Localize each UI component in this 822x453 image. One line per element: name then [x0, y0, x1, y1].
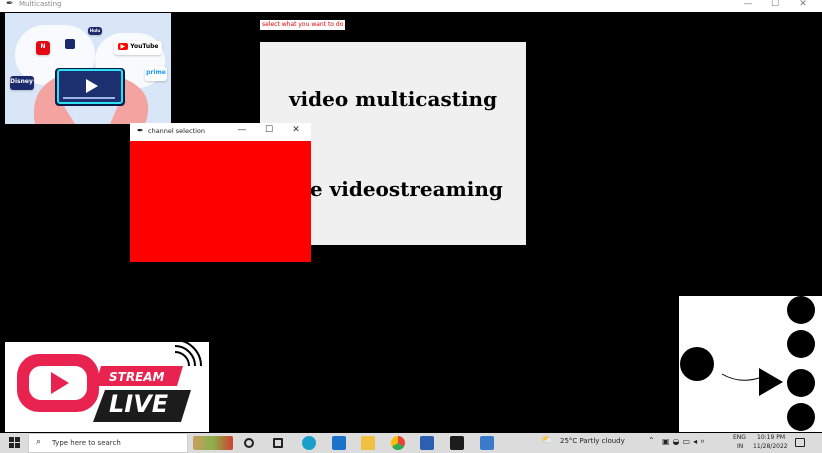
- popup-close-button[interactable]: ✕: [287, 125, 305, 135]
- stream-live-badge: STREAM LIVE: [5, 342, 209, 432]
- clock-time[interactable]: 10:19 PM: [757, 434, 785, 441]
- file-explorer-icon[interactable]: [361, 436, 375, 450]
- receiver-node: [787, 403, 815, 431]
- source-node: [680, 347, 714, 381]
- minimize-button[interactable]: —: [736, 0, 760, 11]
- weather-icon: ⛅: [541, 435, 554, 446]
- terminal-icon[interactable]: [450, 436, 464, 450]
- channel-display-area[interactable]: [130, 141, 311, 262]
- chrome-icon[interactable]: [391, 436, 405, 450]
- prompt-label: select what you want to do: [260, 20, 346, 30]
- window-titlebar: ✒ Multicasting — ☐ ✕: [0, 0, 822, 12]
- weather-text[interactable]: 25°C Partly cloudy: [560, 437, 625, 445]
- live-text: LIVE: [109, 390, 169, 418]
- word-icon[interactable]: [420, 436, 434, 450]
- feather-icon: ✒: [6, 0, 14, 9]
- taskbar-search-box[interactable]: ⌕ Type here to search: [28, 433, 188, 453]
- arrow-icon: [759, 368, 783, 396]
- language-indicator[interactable]: ENG: [733, 434, 746, 441]
- video-multicasting-option[interactable]: video multicasting: [260, 87, 526, 111]
- close-button[interactable]: ✕: [791, 0, 815, 11]
- streaming-thumbnail-image: N ▶ YouTube prime Disney+ Hulu: [5, 13, 171, 124]
- taskbar: ⌕ Type here to search ⛅ 25°C Partly clou…: [0, 433, 822, 453]
- window-title: Multicasting: [19, 0, 62, 8]
- show-hidden-icons-chevron[interactable]: ⌃: [648, 436, 655, 445]
- clock-date[interactable]: 11/28/2022: [753, 443, 788, 450]
- receiver-node: [787, 369, 815, 397]
- maximize-button[interactable]: ☐: [763, 0, 787, 11]
- stream-text: STREAM: [109, 370, 165, 384]
- receiver-node: [787, 330, 815, 358]
- feather-icon: ✒: [137, 126, 144, 135]
- hands-holding-phone: [34, 68, 149, 124]
- python-app-icon[interactable]: [480, 436, 494, 450]
- popup-title: channel selection: [148, 127, 206, 135]
- region-indicator[interactable]: IN: [737, 443, 743, 450]
- edge-icon[interactable]: [302, 436, 316, 450]
- cortana-icon[interactable]: [244, 438, 254, 448]
- multicast-diagram: [679, 296, 822, 432]
- mail-icon[interactable]: [332, 436, 346, 450]
- popup-minimize-button[interactable]: —: [233, 125, 251, 135]
- popup-titlebar: ✒ channel selection — ☐ ✕: [130, 123, 311, 141]
- system-tray-icons[interactable]: ▣◒▭◂⸰: [662, 436, 708, 447]
- live-badge-graphic: [17, 342, 202, 422]
- popup-maximize-button[interactable]: ☐: [260, 125, 278, 135]
- windows-start-icon[interactable]: [9, 437, 21, 449]
- search-placeholder: Type here to search: [52, 439, 121, 447]
- task-view-icon[interactable]: [273, 438, 283, 448]
- notifications-icon[interactable]: [795, 438, 805, 447]
- gift-widget-icon[interactable]: [193, 436, 233, 450]
- receiver-node: [787, 296, 815, 324]
- search-icon: ⌕: [36, 437, 42, 447]
- channel-selection-window: ✒ channel selection — ☐ ✕: [130, 123, 311, 262]
